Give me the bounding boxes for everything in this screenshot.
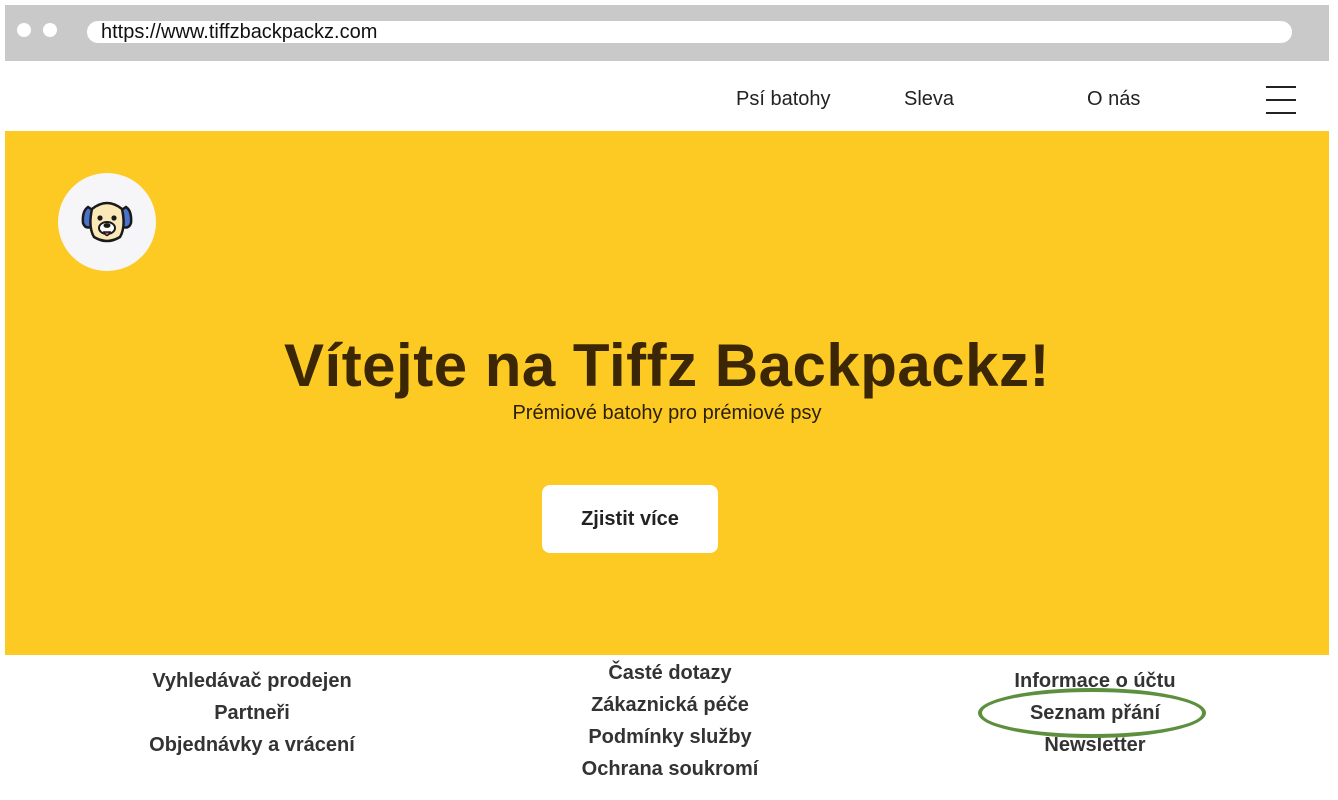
footer-column-1: Vyhledávač prodejen Partneři Objednávky … (132, 665, 372, 761)
address-bar[interactable]: https://www.tiffzbackpackz.com (87, 21, 1292, 43)
footer-link-orders-returns[interactable]: Objednávky a vrácení (132, 729, 372, 761)
hero-subtitle: Prémiové batohy pro prémiové psy (512, 402, 822, 424)
nav-link-sale[interactable]: Sleva (904, 88, 954, 111)
footer-link-store-locator[interactable]: Vyhledávač prodejen (132, 665, 372, 697)
footer-link-terms[interactable]: Podmínky služby (550, 721, 790, 753)
footer-link-faq[interactable]: Časté dotazy (550, 657, 790, 689)
footer-column-3: Informace o účtu Seznam přání Newsletter (975, 665, 1215, 761)
dog-face-icon (81, 201, 133, 243)
hamburger-menu-icon[interactable] (1266, 86, 1296, 114)
footer-link-account-info[interactable]: Informace o účtu (975, 665, 1215, 697)
nav-link-about[interactable]: O nás (1087, 88, 1140, 111)
logo[interactable] (58, 173, 156, 271)
learn-more-button[interactable]: Zjistit více (542, 485, 718, 553)
hero-title: Vítejte na Tiffz Backpackz! (284, 332, 1050, 399)
footer-link-customer-care[interactable]: Zákaznická péče (550, 689, 790, 721)
nav-link-dog-backpacks[interactable]: Psí batohy (736, 88, 831, 111)
browser-chrome: https://www.tiffzbackpackz.com (5, 5, 1329, 61)
window-control-dot[interactable] (43, 23, 57, 37)
hero-banner: Vítejte na Tiffz Backpackz! Prémiové bat… (5, 131, 1329, 655)
footer-link-newsletter[interactable]: Newsletter (975, 729, 1215, 761)
window-control-dot[interactable] (17, 23, 31, 37)
footer-column-2: Časté dotazy Zákaznická péče Podmínky sl… (550, 657, 790, 785)
footer-link-privacy[interactable]: Ochrana soukromí (550, 753, 790, 785)
top-nav: Psí batohy Sleva O nás (5, 62, 1329, 130)
footer-link-wishlist[interactable]: Seznam přání (975, 697, 1215, 729)
footer-link-partners[interactable]: Partneři (132, 697, 372, 729)
